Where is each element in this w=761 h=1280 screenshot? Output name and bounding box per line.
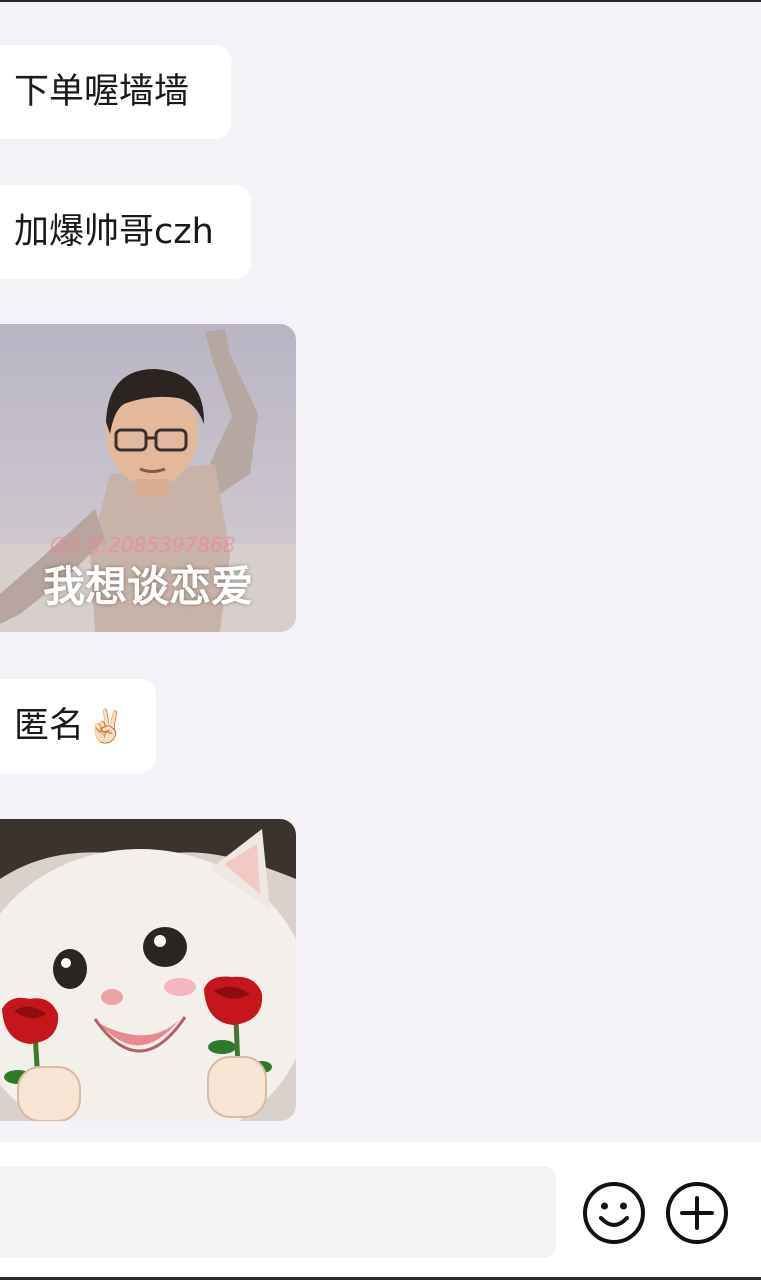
sticker-message-dancing-man[interactable]: QQ号:2085397868 我想谈恋爱 — [0, 324, 296, 632]
sticker-message-kitten-roses[interactable] — [0, 819, 296, 1121]
message-text: 加爆帅哥czh — [14, 211, 214, 252]
chat-screen: 下单喔墙墙 加爆帅哥czh QQ号:2085397868 我想谈恋爱 匿名 ✌🏻 — [0, 0, 761, 1280]
text-message-bubble[interactable]: 匿名 ✌🏻 — [0, 679, 156, 773]
message-text: 匿名 — [14, 705, 85, 746]
text-message-bubble[interactable]: 加爆帅哥czh — [0, 185, 251, 279]
plus-circle-icon[interactable] — [664, 1180, 730, 1246]
smiley-face-icon[interactable] — [581, 1180, 647, 1246]
message-list[interactable]: 下单喔墙墙 加爆帅哥czh QQ号:2085397868 我想谈恋爱 匿名 ✌🏻 — [0, 2, 761, 1142]
victory-hand-emoji: ✌🏻 — [86, 707, 126, 745]
chat-input-bar — [0, 1142, 761, 1280]
text-message-bubble[interactable]: 下单喔墙墙 — [0, 45, 231, 139]
kitten-with-roses-image — [0, 819, 296, 1121]
message-text: 下单喔墙墙 — [14, 71, 190, 112]
sticker-caption: 我想谈恋爱 — [42, 562, 253, 611]
message-input[interactable] — [0, 1166, 556, 1258]
